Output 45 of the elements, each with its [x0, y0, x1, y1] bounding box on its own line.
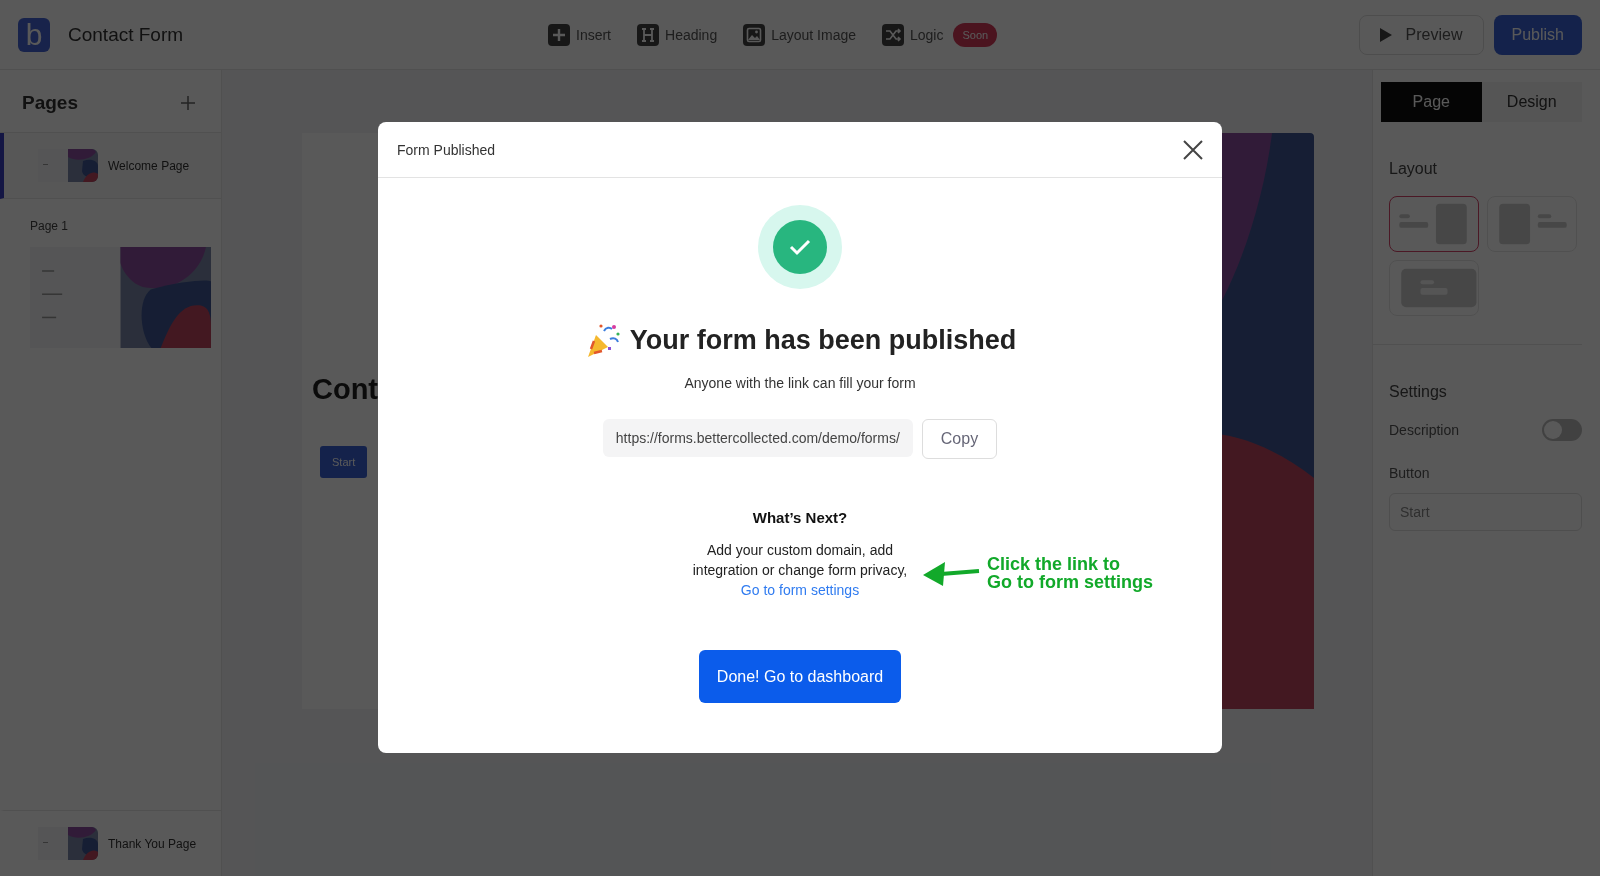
page-item[interactable]: Page 1 — [0, 199, 221, 368]
layout-option[interactable] — [1389, 196, 1479, 252]
page-name: Page 1 — [30, 219, 70, 233]
description-toggle[interactable] — [1542, 419, 1582, 441]
next-steps-text: Add your custom domain, add integration or change form privacy, Go to form settings — [691, 541, 909, 600]
success-check-icon — [758, 205, 842, 289]
publish-button[interactable]: Publish — [1493, 14, 1582, 55]
annotation-text: Click the link to — [987, 555, 1122, 573]
close-button[interactable] — [1182, 138, 1204, 161]
add-icon[interactable] — [181, 96, 195, 110]
section-title: Layout — [1389, 160, 1439, 178]
toolbar-button[interactable]: Insert — [548, 23, 611, 46]
preview-button[interactable]: Preview — [1358, 14, 1484, 55]
page-name: Welcome Page — [108, 158, 190, 173]
page-name: Thank You Page — [108, 836, 197, 851]
page-item[interactable]: Thank You Page — [0, 810, 221, 876]
page-item[interactable]: Welcome Page — [0, 133, 221, 199]
toolbar-button[interactable]: Layout Image — [743, 23, 856, 46]
plus-icon — [548, 23, 570, 46]
shuffle-icon — [882, 23, 904, 46]
next-title: What’s Next? — [752, 509, 848, 526]
pages-title: Pages — [22, 92, 78, 114]
app-logo[interactable]: b — [18, 17, 50, 52]
annotation-arrow — [923, 560, 981, 586]
dialog-heading: Your form has been published — [629, 324, 1017, 356]
section-title: Settings — [1389, 383, 1448, 401]
heading-icon — [637, 23, 659, 46]
dialog-subtitle: Anyone with the link can fill your form — [684, 375, 916, 391]
image-icon — [743, 23, 766, 46]
toolbar-button[interactable]: Logic — [882, 23, 944, 46]
play-icon — [1379, 27, 1392, 42]
dialog-title: Form Published — [397, 141, 496, 158]
form-heading: Cont — [312, 373, 379, 406]
copy-button[interactable]: Copy — [921, 419, 998, 459]
dashboard-button[interactable]: Done! Go to dashboard — [698, 650, 902, 703]
setting-label: Description — [1389, 422, 1460, 438]
toolbar-button[interactable]: Heading — [637, 23, 718, 46]
form-link-field[interactable]: https://forms.bettercollected.com/demo/forms/ — [602, 419, 913, 457]
form-settings-link[interactable]: Go to form settings — [740, 582, 860, 598]
start-button[interactable]: Start — [320, 446, 368, 478]
setting-label: Button — [1389, 465, 1431, 481]
soon-badge: Soon — [953, 22, 998, 47]
form-title: Contact Form — [68, 23, 185, 46]
annotation-text: Go to form settings — [987, 573, 1153, 591]
panel-tab[interactable]: Page — [1381, 82, 1482, 122]
